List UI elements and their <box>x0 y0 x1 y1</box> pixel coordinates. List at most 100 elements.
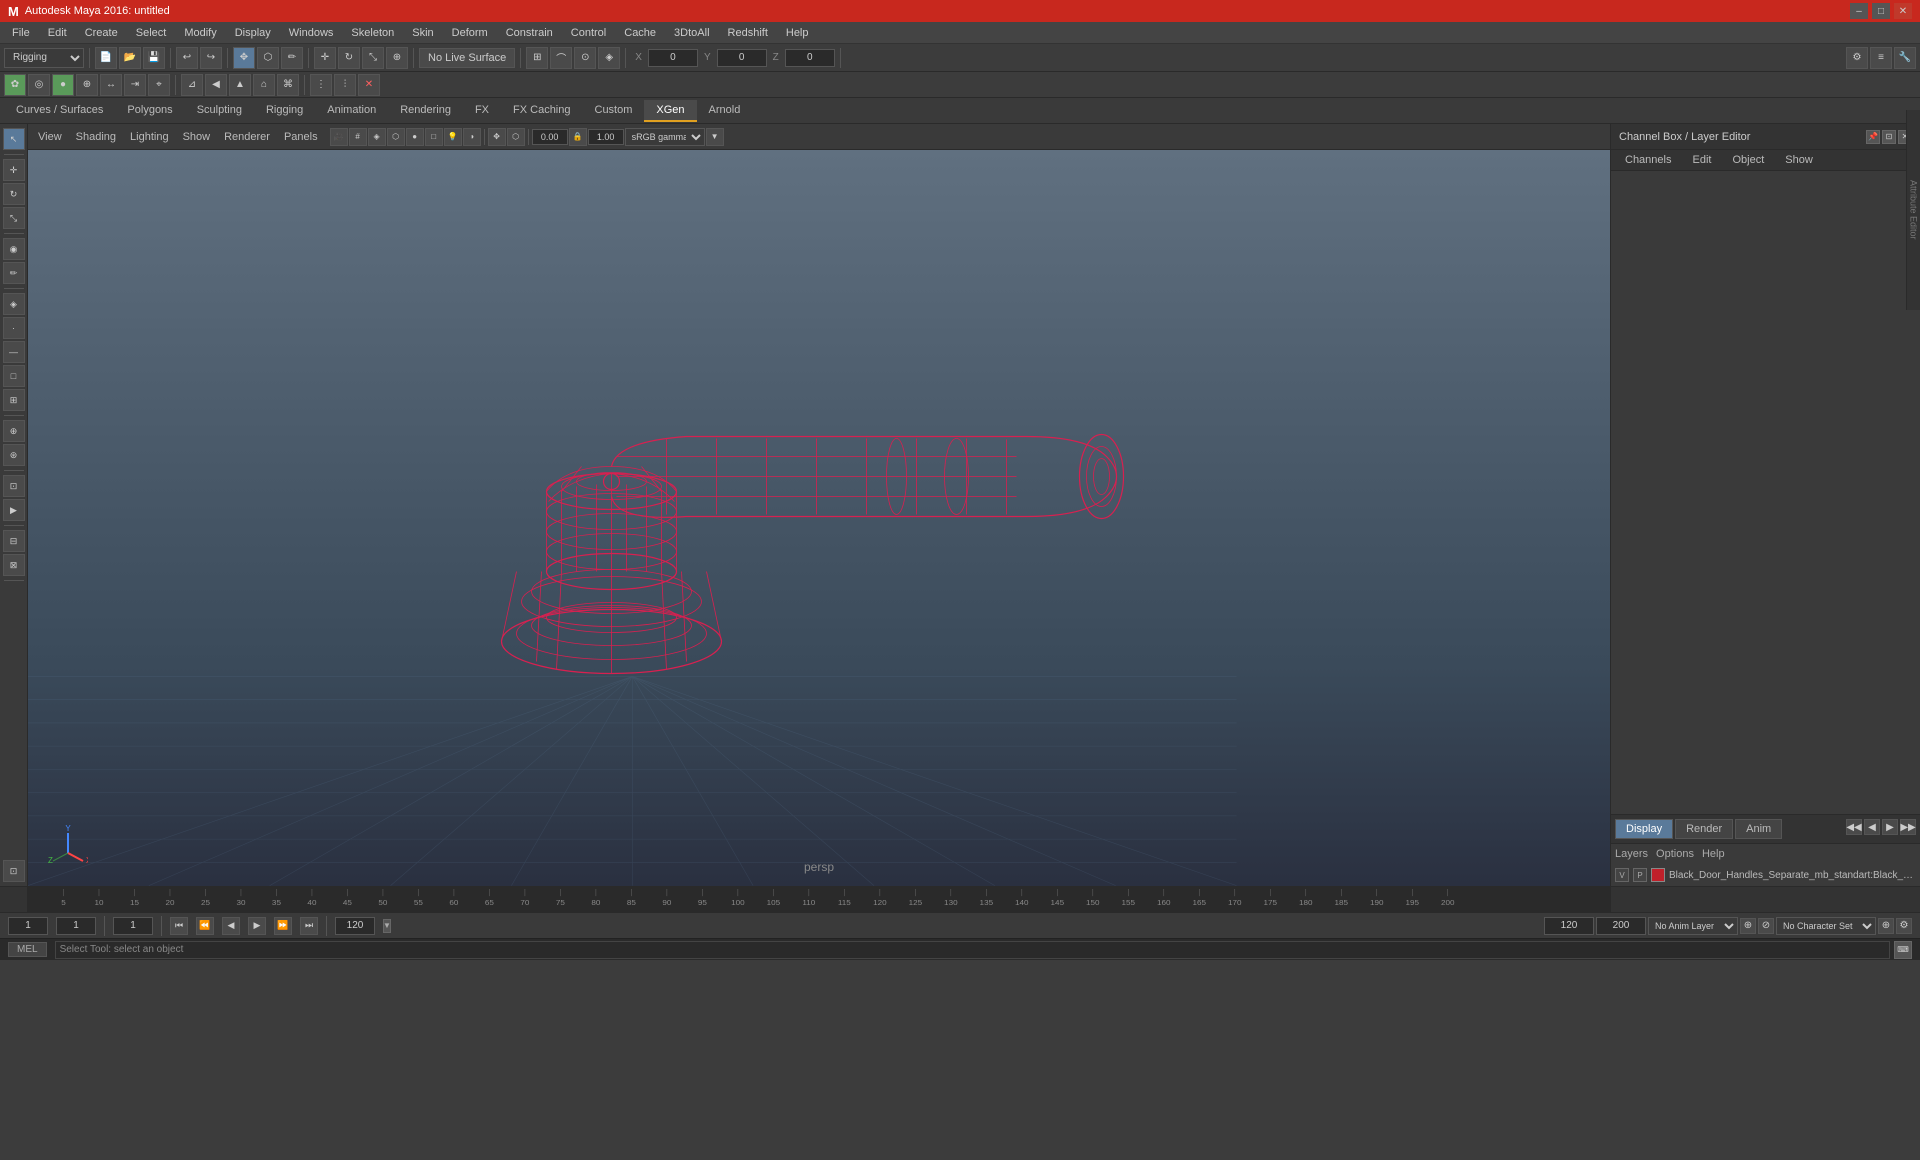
vp-cam-btn[interactable]: 🎥 <box>330 128 348 146</box>
vp-grid-btn[interactable]: # <box>349 128 367 146</box>
tab-arnold[interactable]: Arnold <box>697 100 753 122</box>
rotate-tool-btn[interactable]: ↻ <box>338 47 360 69</box>
anim-end-input[interactable] <box>1596 917 1646 935</box>
scale-tool-btn[interactable]: ⤡ <box>362 47 384 69</box>
xgen-circle-btn[interactable]: ◎ <box>28 74 50 96</box>
snap-surface-btn[interactable]: ◈ <box>598 47 620 69</box>
snap-grid-btn[interactable]: ⊞ <box>526 47 548 69</box>
move-tool-btn[interactable]: ✛ <box>314 47 336 69</box>
tab-polygons[interactable]: Polygons <box>115 100 184 122</box>
vp-lighting-menu[interactable]: Lighting <box>124 129 175 145</box>
panel-pin-btn[interactable]: 📌 <box>1866 130 1880 144</box>
char-set-select[interactable]: No Character Set <box>1776 917 1876 935</box>
panel-float-btn[interactable]: ⊡ <box>1882 130 1896 144</box>
vp-texture-btn[interactable]: □ <box>425 128 443 146</box>
xgen-tool4-btn[interactable]: ↔ <box>100 74 122 96</box>
xgen-brush5-btn[interactable]: ⌘ <box>277 74 299 96</box>
xgen-x-btn[interactable]: ✕ <box>358 74 380 96</box>
viewport-3d[interactable]: .wire { stroke: #d82050; stroke-width: 1… <box>28 150 1610 886</box>
menu-create[interactable]: Create <box>77 25 126 41</box>
step-back-btn[interactable]: ⏪ <box>196 917 214 935</box>
save-scene-btn[interactable]: 💾 <box>143 47 165 69</box>
x-coord-input[interactable] <box>648 49 698 67</box>
tab-show[interactable]: Show <box>1775 152 1823 168</box>
vp-panels-menu[interactable]: Panels <box>278 129 324 145</box>
render-region-btn[interactable]: ⊡ <box>3 475 25 497</box>
face-mode-btn[interactable]: □ <box>3 365 25 387</box>
xgen-tool3-btn[interactable]: ⊕ <box>76 74 98 96</box>
component-mode-btn[interactable]: ◈ <box>3 293 25 315</box>
vp-select-btn[interactable]: ✥ <box>488 128 506 146</box>
scale-mode-btn[interactable]: ⤡ <box>3 207 25 229</box>
menu-file[interactable]: File <box>4 25 38 41</box>
xgen-sphere-btn[interactable]: ● <box>52 74 74 96</box>
char-set-btn2[interactable]: ⚙ <box>1896 918 1912 934</box>
vp-lock-btn[interactable]: 🔒 <box>569 128 587 146</box>
xgen-brush4-btn[interactable]: ⌂ <box>253 74 275 96</box>
y-coord-input[interactable] <box>717 49 767 67</box>
vp-lasso-btn[interactable]: ⬡ <box>507 128 525 146</box>
manip-tool-btn[interactable]: ⊕ <box>386 47 408 69</box>
layer2-btn[interactable]: ⊠ <box>3 554 25 576</box>
vp-light-btn[interactable]: 💡 <box>444 128 462 146</box>
quick-render-btn[interactable]: ▶ <box>3 499 25 521</box>
gamma-dropdown-btn[interactable]: ▼ <box>706 128 724 146</box>
paint-weights-btn[interactable]: ✏ <box>3 262 25 284</box>
layer-help-btn[interactable]: Help <box>1702 848 1725 860</box>
goto-end-btn[interactable]: ⏭ <box>300 917 318 935</box>
xgen-brush1-btn[interactable]: ⊿ <box>181 74 203 96</box>
tab-sculpting[interactable]: Sculpting <box>185 100 254 122</box>
tab-custom[interactable]: Custom <box>583 100 645 122</box>
menu-skin[interactable]: Skin <box>404 25 441 41</box>
magnet-btn[interactable]: ⊛ <box>3 444 25 466</box>
menu-deform[interactable]: Deform <box>444 25 496 41</box>
gamma-select[interactable]: sRGB gamma <box>625 128 705 146</box>
vp-shaded-btn[interactable]: ● <box>406 128 424 146</box>
disp-tab-anim[interactable]: Anim <box>1735 819 1782 839</box>
menu-3dtoa[interactable]: 3DtoAll <box>666 25 717 41</box>
tab-rendering[interactable]: Rendering <box>388 100 463 122</box>
layer-fwd-btn[interactable]: ▶ <box>1882 819 1898 835</box>
tab-curves-surfaces[interactable]: Curves / Surfaces <box>4 100 115 122</box>
layer-back-btn[interactable]: ◀ <box>1864 819 1880 835</box>
xgen-strand1-btn[interactable]: ⋮ <box>310 74 332 96</box>
disp-tab-display[interactable]: Display <box>1615 819 1673 839</box>
menu-help[interactable]: Help <box>778 25 817 41</box>
vp-shading-menu[interactable]: Shading <box>70 129 122 145</box>
vp-show-menu[interactable]: Show <box>177 129 217 145</box>
menu-skeleton[interactable]: Skeleton <box>343 25 402 41</box>
render-settings-btn[interactable]: ⚙ <box>1846 47 1868 69</box>
undo-btn[interactable]: ↩ <box>176 47 198 69</box>
layer-color-swatch[interactable] <box>1651 868 1665 882</box>
timeline-bar[interactable]: 5 10 15 20 25 30 35 40 45 <box>28 887 1610 912</box>
redo-btn[interactable]: ↪ <box>200 47 222 69</box>
frame-current-input[interactable] <box>56 917 96 935</box>
anim-start-input[interactable] <box>1544 917 1594 935</box>
tab-edit[interactable]: Edit <box>1682 152 1721 168</box>
select-tool-btn[interactable]: ✥ <box>233 47 255 69</box>
layer-visibility-btn[interactable]: V <box>1615 868 1629 882</box>
tab-rigging[interactable]: Rigging <box>254 100 315 122</box>
z-coord-input[interactable] <box>785 49 835 67</box>
tab-fx[interactable]: FX <box>463 100 501 122</box>
play-back-btn[interactable]: ◀ <box>222 917 240 935</box>
layer-options-btn[interactable]: Options <box>1656 848 1694 860</box>
vp-value-a-input[interactable] <box>532 129 568 145</box>
layer-btn[interactable]: ⊟ <box>3 530 25 552</box>
goto-start-btn[interactable]: ⏮ <box>170 917 188 935</box>
xgen-strand2-btn[interactable]: ⫶ <box>334 74 356 96</box>
frame-field-input[interactable] <box>113 917 153 935</box>
open-scene-btn[interactable]: 📂 <box>119 47 141 69</box>
anim-layer-select[interactable]: No Anim Layer <box>1648 917 1738 935</box>
xgen-tool6-btn[interactable]: ⌖ <box>148 74 170 96</box>
layers-menu-btn[interactable]: Layers <box>1615 848 1648 860</box>
move-mode-btn[interactable]: ✛ <box>3 159 25 181</box>
menu-cache[interactable]: Cache <box>616 25 664 41</box>
snap-point-btn[interactable]: ⊙ <box>574 47 596 69</box>
anim-layer-btn2[interactable]: ⊘ <box>1758 918 1774 934</box>
script-editor-btn[interactable]: ⌨ <box>1894 941 1912 959</box>
tab-xgen[interactable]: XGen <box>644 100 696 122</box>
char-set-btn1[interactable]: ⊕ <box>1878 918 1894 934</box>
layer-next-btn[interactable]: ▶▶ <box>1900 819 1916 835</box>
layer-prev-btn[interactable]: ◀◀ <box>1846 819 1862 835</box>
